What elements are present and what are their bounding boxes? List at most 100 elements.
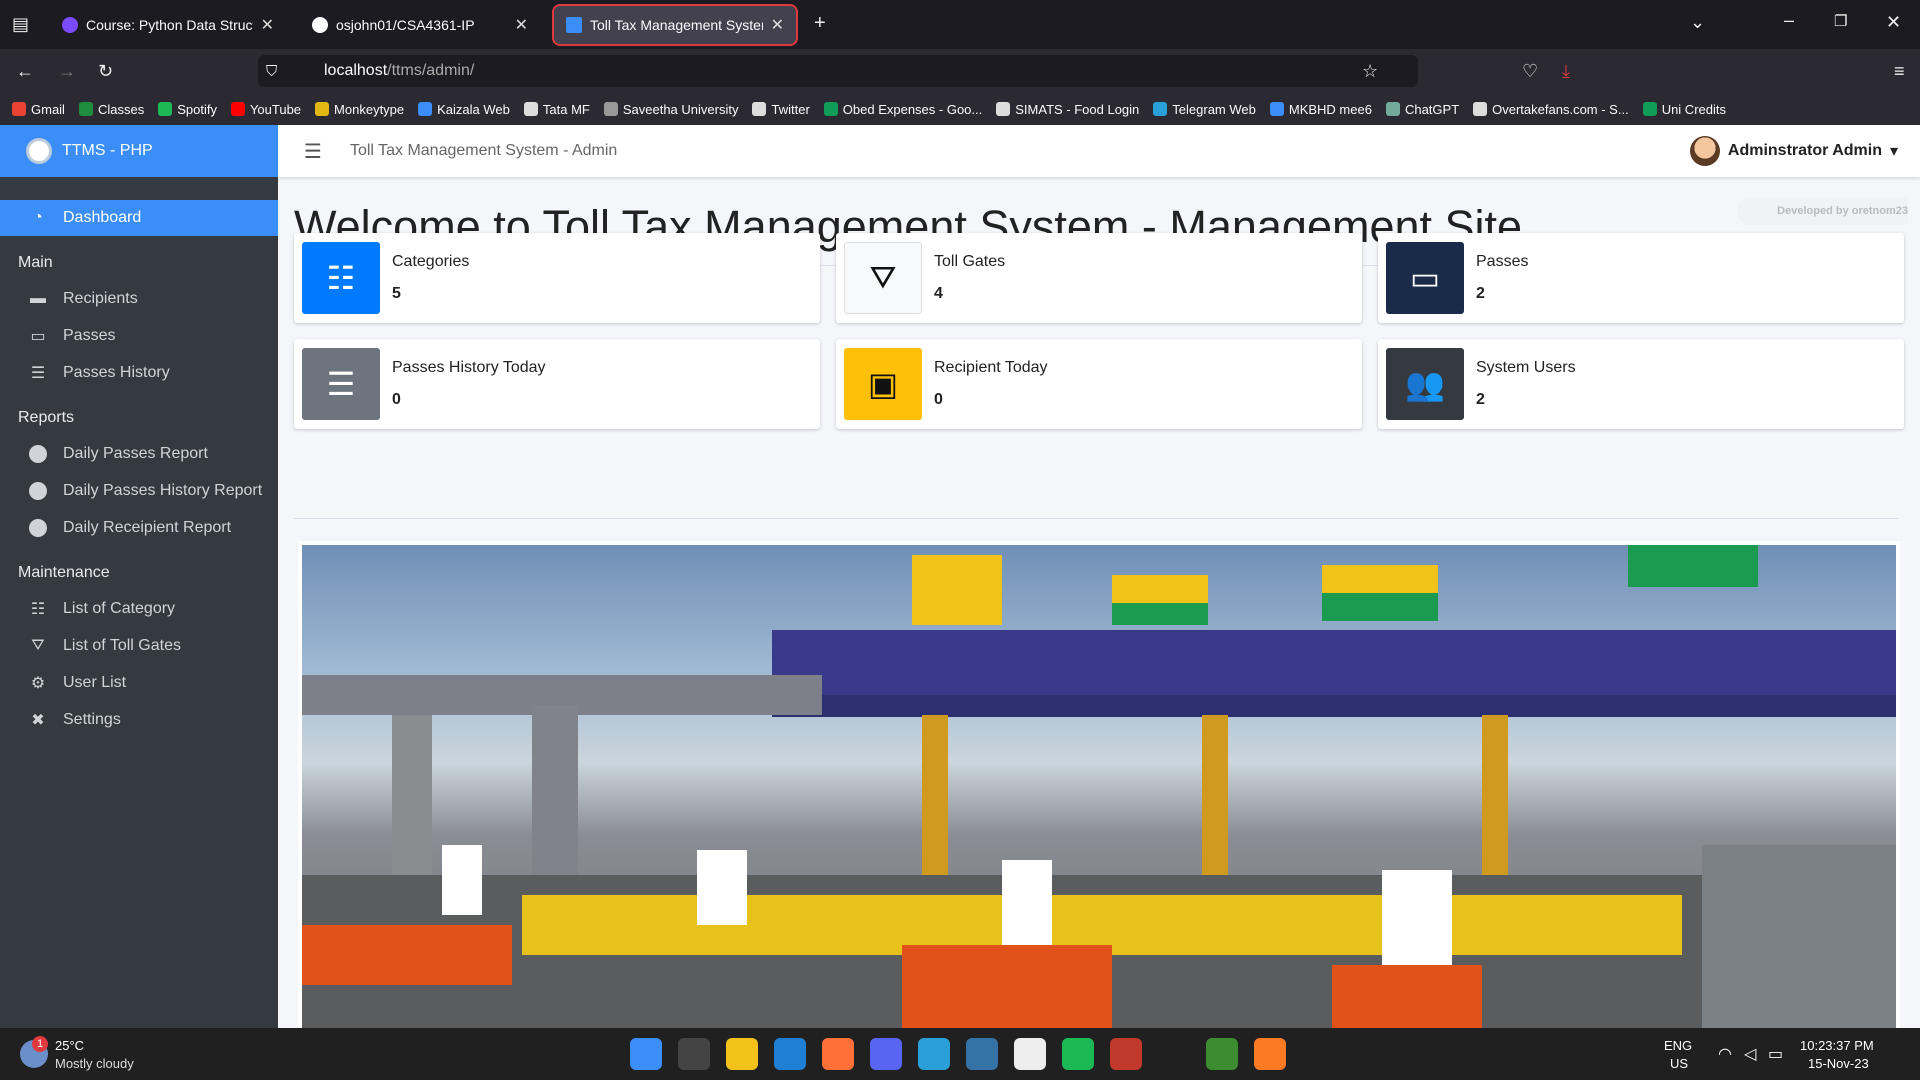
bookmark-item[interactable]: Uni Credits bbox=[1642, 102, 1726, 117]
info-box: ☰ Passes History Today 0 bbox=[294, 339, 820, 429]
wifi-icon[interactable]: ◠ bbox=[1718, 1044, 1732, 1064]
bookmark-item[interactable]: Overtakefans.com - S... bbox=[1473, 102, 1629, 117]
bookmark-favicon-icon bbox=[1385, 102, 1400, 116]
developer-credit: Developed by oretnom23 bbox=[1737, 197, 1908, 225]
close-icon[interactable]: ✕ bbox=[261, 15, 274, 35]
new-tab-button[interactable]: + bbox=[814, 12, 826, 35]
sidebar-item-dashboard[interactable]: ◔ Dashboard bbox=[0, 200, 278, 236]
bookmark-item[interactable]: Monkeytype bbox=[315, 102, 404, 117]
firefox-icon[interactable] bbox=[822, 1038, 854, 1070]
sidebar-item[interactable]: ☷ List of Category bbox=[0, 590, 278, 627]
bookmark-item[interactable]: Tata MF bbox=[523, 102, 590, 117]
info-box: ☷ Categories 5 bbox=[294, 233, 820, 323]
bookmark-item[interactable]: Twitter bbox=[752, 102, 810, 117]
tab-course[interactable]: Course: Python Data Structures✕ bbox=[50, 6, 286, 44]
xampp-icon[interactable] bbox=[1254, 1038, 1286, 1070]
bookmark-item[interactable]: Obed Expenses - Goo... bbox=[823, 102, 982, 117]
info-box-value: 0 bbox=[392, 391, 401, 408]
sidebar-item[interactable]: ▬ Recipients bbox=[0, 280, 278, 317]
info-box: ⛛ Toll Gates 4 bbox=[836, 233, 1362, 323]
forward-icon[interactable]: → bbox=[58, 61, 76, 82]
app-icon[interactable] bbox=[1158, 1038, 1190, 1070]
tab-ttms[interactable]: Toll Tax Management System ✕ bbox=[552, 4, 798, 46]
back-icon[interactable]: ← bbox=[16, 61, 34, 82]
minimize-button[interactable]: – bbox=[1784, 10, 1794, 31]
search-icon[interactable] bbox=[678, 1038, 710, 1070]
bookmark-item[interactable]: Saveetha University bbox=[603, 102, 738, 117]
address-bar[interactable]: localhost/ttms/admin/ bbox=[258, 55, 1418, 87]
app-icon[interactable] bbox=[1110, 1038, 1142, 1070]
bookmark-favicon-icon bbox=[523, 102, 538, 116]
info-box-value: 2 bbox=[1476, 285, 1485, 302]
discord-icon[interactable] bbox=[870, 1038, 902, 1070]
bookmark-item[interactable]: Spotify bbox=[158, 102, 217, 117]
file-explorer-icon[interactable] bbox=[726, 1038, 758, 1070]
users-icon: 👥 bbox=[1386, 348, 1464, 420]
download-icon[interactable]: ⤓ bbox=[1562, 61, 1570, 82]
sidebar-item[interactable]: ✖ Settings bbox=[0, 701, 278, 738]
bookmark-favicon-icon bbox=[752, 102, 767, 116]
sidebar-section-heading: Reports bbox=[18, 409, 75, 426]
app-icon[interactable] bbox=[918, 1038, 950, 1070]
tab-list-icon[interactable]: ▤ bbox=[12, 14, 29, 35]
divider bbox=[294, 518, 1898, 519]
info-box-value: 2 bbox=[1476, 391, 1485, 408]
restore-button[interactable]: ❐ bbox=[1834, 12, 1847, 30]
sidebar-item[interactable]: Daily Receipient Report bbox=[0, 509, 278, 546]
logo-icon bbox=[26, 138, 52, 164]
credit-card-icon: ▭ bbox=[1386, 242, 1464, 314]
edge-icon[interactable] bbox=[774, 1038, 806, 1070]
volume-icon[interactable]: ◁ bbox=[1744, 1044, 1756, 1064]
tab-github[interactable]: osjohn01/CSA4361-IP ✕ bbox=[300, 6, 540, 44]
windows-start-icon[interactable] bbox=[630, 1038, 662, 1070]
notification-badge: 1 bbox=[32, 1036, 48, 1052]
battery-icon[interactable]: ▭ bbox=[1768, 1044, 1783, 1064]
user-dropdown[interactable]: Adminstrator Admin ▾ bbox=[1689, 136, 1898, 166]
sidebar-item[interactable]: ⚙ User List bbox=[0, 664, 278, 701]
bookmark-item[interactable]: MKBHD mee6 bbox=[1269, 102, 1372, 117]
bookmark-item[interactable]: Kaizala Web bbox=[418, 102, 510, 117]
brand[interactable]: TTMS - PHP bbox=[0, 125, 278, 177]
sidebar-item[interactable]: ☰ Passes History bbox=[0, 354, 278, 391]
close-window-button[interactable]: ✕ bbox=[1886, 12, 1901, 33]
bookmark-star-icon[interactable]: ☆ bbox=[1362, 61, 1378, 82]
bookmark-item[interactable]: SIMATS - Food Login bbox=[996, 102, 1139, 117]
sidebar-item[interactable]: Daily Passes History Report bbox=[0, 472, 278, 509]
coursera-icon bbox=[62, 17, 78, 33]
spotify-icon[interactable] bbox=[1062, 1038, 1094, 1070]
ticket-icon: ▭ bbox=[30, 327, 46, 345]
pocket-icon[interactable]: ♡ bbox=[1522, 61, 1538, 82]
close-icon[interactable]: ✕ bbox=[771, 15, 784, 35]
bookmark-item[interactable]: ChatGPT bbox=[1385, 102, 1459, 117]
info-box-label: Categories bbox=[392, 253, 470, 270]
circle-icon bbox=[27, 518, 49, 537]
app-icon[interactable] bbox=[1014, 1038, 1046, 1070]
github-icon bbox=[312, 17, 328, 33]
page-icon bbox=[566, 17, 582, 33]
info-box-value: 0 bbox=[934, 391, 943, 408]
bookmark-item[interactable]: Telegram Web bbox=[1153, 102, 1256, 117]
menu-icon[interactable]: ≡ bbox=[1894, 61, 1905, 82]
main-content: ☰ Toll Tax Management System - Admin Adm… bbox=[278, 125, 1920, 1028]
sidebar-item[interactable]: ▭ Passes bbox=[0, 317, 278, 354]
close-icon[interactable]: ✕ bbox=[515, 15, 528, 35]
vim-icon[interactable] bbox=[1206, 1038, 1238, 1070]
th-list-icon: ☷ bbox=[30, 600, 46, 618]
sidebar-item[interactable]: Daily Passes Report bbox=[0, 435, 278, 472]
info-box-label: Passes bbox=[1476, 253, 1529, 270]
sidebar-section-heading: Main bbox=[18, 254, 53, 271]
chevron-down-icon[interactable]: ⌄ bbox=[1690, 12, 1705, 33]
info-box-value: 5 bbox=[392, 285, 401, 302]
python-icon[interactable] bbox=[966, 1038, 998, 1070]
info-box-label: Passes History Today bbox=[392, 359, 546, 376]
bookmark-item[interactable]: YouTube bbox=[230, 102, 301, 117]
info-box: ▣ Recipient Today 0 bbox=[836, 339, 1362, 429]
bookmark-item[interactable]: Gmail bbox=[12, 102, 65, 117]
windows-taskbar: 1 25°C Mostly cloudy ENG US ◠ ◁ ▭ 10:23:… bbox=[0, 1028, 1920, 1080]
sidebar-item[interactable]: ⛛ List of Toll Gates bbox=[0, 627, 278, 664]
hamburger-menu-icon[interactable]: ☰ bbox=[304, 139, 322, 164]
caret-down-icon: ▾ bbox=[1889, 143, 1898, 160]
shield-icon[interactable]: ⛉ bbox=[266, 63, 277, 80]
reload-icon[interactable]: ↻ bbox=[98, 61, 113, 82]
bookmark-item[interactable]: Classes bbox=[78, 102, 144, 117]
